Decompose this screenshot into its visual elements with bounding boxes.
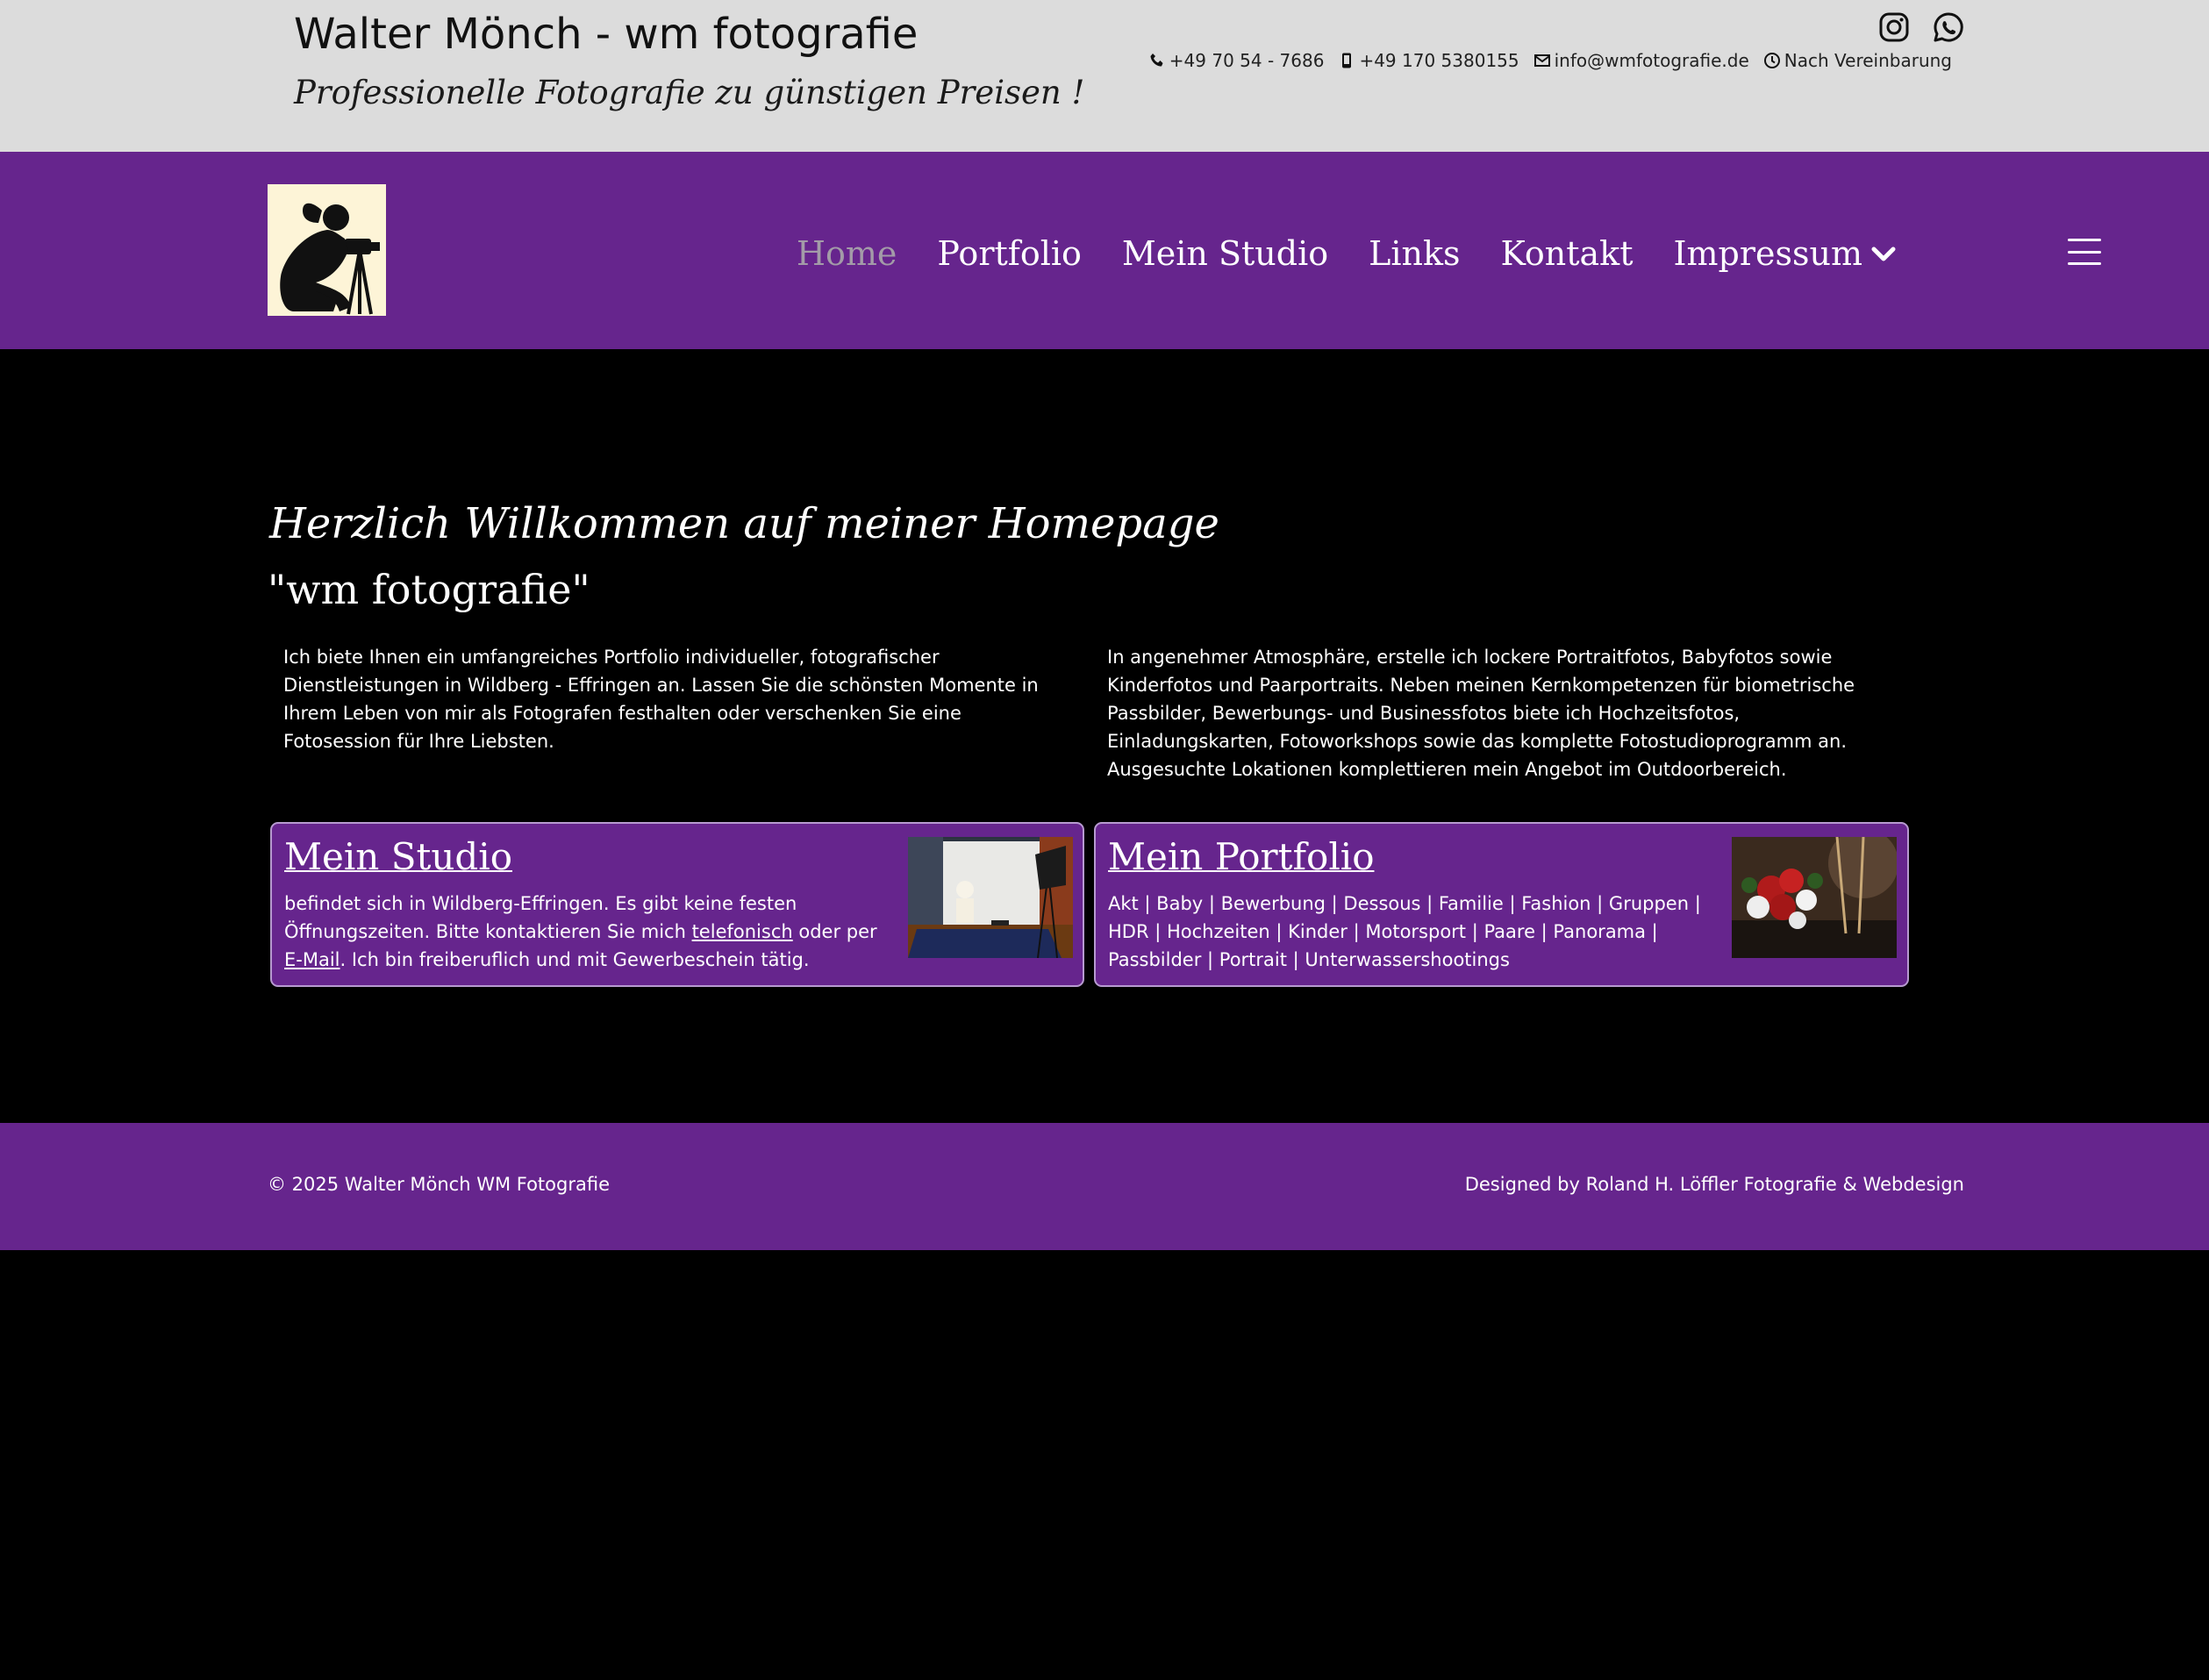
- nav-mein-studio[interactable]: Mein Studio: [1122, 234, 1328, 273]
- nav-portfolio[interactable]: Portfolio: [937, 234, 1081, 273]
- welcome-heading: Herzlich Willkommen auf meiner Homepage: [269, 499, 1219, 548]
- studio-card-link[interactable]: Mein Studio: [284, 835, 512, 878]
- hours-info: Nach Vereinbarung: [1763, 50, 1952, 71]
- email-contact[interactable]: info@wmfotografie.de: [1533, 50, 1749, 71]
- portfolio-card-link[interactable]: Mein Portfolio: [1108, 835, 1374, 878]
- phone-contact[interactable]: +49 70 54 - 7686: [1148, 50, 1325, 71]
- mobile-icon: [1342, 53, 1352, 68]
- phone-number: +49 70 54 - 7686: [1169, 50, 1325, 71]
- nav-kontakt[interactable]: Kontakt: [1501, 234, 1634, 273]
- studio-text-part: oder per: [792, 921, 877, 942]
- footer-copyright: © 2025 Walter Mönch WM Fotografie: [268, 1174, 610, 1195]
- email-link[interactable]: E-Mail: [284, 949, 340, 970]
- mobile-number: +49 170 5380155: [1359, 50, 1519, 71]
- brand-heading: "wm fotografie": [268, 566, 590, 613]
- site-footer: © 2025 Walter Mönch WM Fotografie Design…: [0, 1123, 2209, 1250]
- hours-text: Nach Vereinbarung: [1784, 50, 1952, 71]
- studio-text-part: . Ich bin freiberuflich und mit Gewerbes…: [340, 949, 810, 970]
- portfolio-card-title: Mein Portfolio: [1108, 833, 1374, 882]
- hamburger-menu-icon[interactable]: [2068, 239, 2101, 265]
- email-address: info@wmfotografie.de: [1554, 50, 1749, 71]
- studio-card-text: befindet sich in Wildberg-Effringen. Es …: [284, 890, 890, 974]
- top-header: Walter Mönch - wm fotografie Professione…: [0, 0, 2209, 152]
- site-title: Walter Mönch - wm fotografie: [294, 10, 919, 59]
- mobile-contact[interactable]: +49 170 5380155: [1338, 50, 1519, 71]
- portfolio-thumbnail[interactable]: [1732, 837, 1897, 958]
- phone-icon: [1150, 54, 1163, 67]
- clock-icon: [1763, 53, 1780, 68]
- main-navbar: Home Portfolio Mein Studio Links Kontakt…: [0, 152, 2209, 349]
- contact-info: +49 70 54 - 7686 +49 170 5380155 info@wm…: [1148, 49, 1952, 72]
- phone-link[interactable]: telefonisch: [692, 921, 793, 942]
- portfolio-card: Mein Portfolio Akt | Baby | Bewerbung | …: [1094, 822, 1909, 987]
- site-logo[interactable]: [268, 184, 386, 316]
- studio-thumbnail[interactable]: [908, 837, 1073, 958]
- whatsapp-icon[interactable]: [1932, 11, 1965, 44]
- social-links: [1877, 11, 1965, 44]
- site-tagline: Professionelle Fotografie zu günstigen P…: [294, 74, 1085, 111]
- footer-designer-credit[interactable]: Designed by Roland H. Löffler Fotografie…: [1465, 1174, 1964, 1195]
- nav-home[interactable]: Home: [797, 234, 897, 273]
- instagram-icon[interactable]: [1877, 11, 1911, 44]
- envelope-icon: [1533, 54, 1550, 67]
- nav-impressum[interactable]: Impressum: [1673, 234, 1898, 273]
- intro-text-left: Ich biete Ihnen ein umfangreiches Portfo…: [283, 647, 1039, 752]
- nav-links[interactable]: Links: [1369, 234, 1460, 273]
- studio-card-title: Mein Studio: [284, 833, 512, 882]
- main-nav: Home Portfolio Mein Studio Links Kontakt…: [797, 227, 1898, 280]
- chevron-down-icon: [1871, 247, 1896, 261]
- intro-text-right: In angenehmer Atmosphäre, erstelle ich l…: [1107, 647, 1855, 780]
- nav-impressum-label: Impressum: [1673, 234, 1862, 273]
- portfolio-card-text: Akt | Baby | Bewerbung | Dessous | Famil…: [1108, 893, 1701, 970]
- studio-card: Mein Studio befindet sich in Wildberg-Ef…: [270, 822, 1084, 987]
